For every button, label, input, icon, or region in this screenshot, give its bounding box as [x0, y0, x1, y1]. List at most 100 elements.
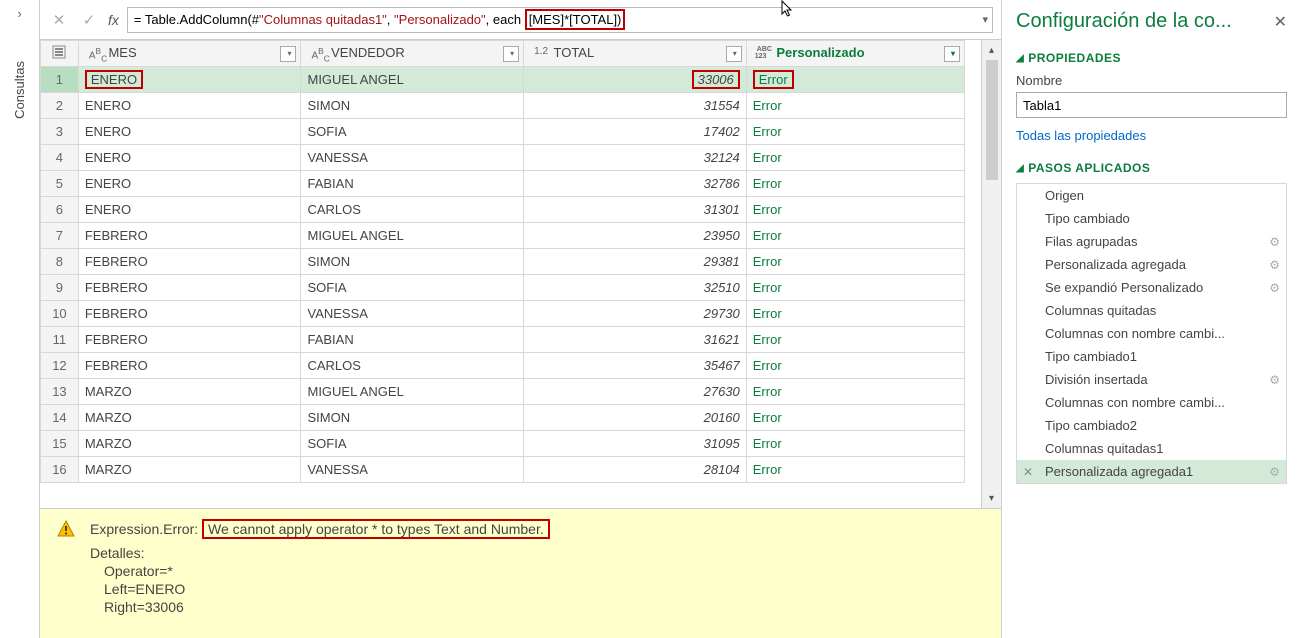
applied-steps-section-header[interactable]: ◢ PASOS APLICADOS [1016, 161, 1287, 175]
applied-step[interactable]: Columnas quitadas1 [1017, 437, 1286, 460]
formula-dropdown-icon[interactable]: ▾ [982, 13, 988, 26]
cell-mes[interactable]: FEBRERO [78, 275, 301, 301]
table-corner[interactable] [41, 41, 79, 67]
table-row[interactable]: 14MARZOSIMON20160Error [41, 405, 965, 431]
cell-personalizado[interactable]: Error [746, 93, 964, 119]
column-header-vendedor[interactable]: ABC VENDEDOR ▾ [301, 41, 524, 67]
cell-personalizado[interactable]: Error [746, 327, 964, 353]
cell-mes[interactable]: FEBRERO [78, 249, 301, 275]
row-number[interactable]: 7 [41, 223, 79, 249]
gear-icon[interactable]: ⚙ [1269, 235, 1280, 249]
queries-sidebar-collapsed[interactable]: › Consultas [0, 0, 40, 638]
row-number[interactable]: 6 [41, 197, 79, 223]
cell-personalizado[interactable]: Error [746, 67, 964, 93]
row-number[interactable]: 5 [41, 171, 79, 197]
table-row[interactable]: 6ENEROCARLOS31301Error [41, 197, 965, 223]
row-number[interactable]: 13 [41, 379, 79, 405]
cell-total[interactable]: 31095 [524, 431, 747, 457]
formula-input[interactable]: = Table.AddColumn(#"Columnas quitadas1",… [127, 7, 993, 33]
row-number[interactable]: 12 [41, 353, 79, 379]
cell-total[interactable]: 17402 [524, 119, 747, 145]
cell-personalizado[interactable]: Error [746, 275, 964, 301]
gear-icon[interactable]: ⚙ [1269, 465, 1280, 479]
cell-vendedor[interactable]: MIGUEL ANGEL [301, 379, 524, 405]
cell-mes[interactable]: ENERO [78, 93, 301, 119]
filter-dropdown-icon[interactable]: ▾ [726, 46, 742, 62]
column-header-personalizado[interactable]: ABC123 Personalizado ▾ [746, 41, 964, 67]
cell-total[interactable]: 31554 [524, 93, 747, 119]
row-number[interactable]: 9 [41, 275, 79, 301]
cell-personalizado[interactable]: Error [746, 249, 964, 275]
column-header-total[interactable]: 1.2 TOTAL ▾ [524, 41, 747, 67]
table-row[interactable]: 3ENEROSOFIA17402Error [41, 119, 965, 145]
applied-step[interactable]: Columnas con nombre cambi... [1017, 322, 1286, 345]
properties-section-header[interactable]: ◢ PROPIEDADES [1016, 51, 1287, 65]
cell-mes[interactable]: ENERO [78, 171, 301, 197]
scroll-up-icon[interactable]: ▴ [989, 42, 994, 58]
expand-icon[interactable]: › [17, 6, 21, 21]
cell-vendedor[interactable]: SOFIA [301, 119, 524, 145]
cell-mes[interactable]: FEBRERO [78, 301, 301, 327]
table-row[interactable]: 13MARZOMIGUEL ANGEL27630Error [41, 379, 965, 405]
filter-dropdown-icon[interactable]: ▾ [280, 46, 296, 62]
cell-personalizado[interactable]: Error [746, 431, 964, 457]
cell-vendedor[interactable]: SOFIA [301, 431, 524, 457]
table-row[interactable]: 7FEBREROMIGUEL ANGEL23950Error [41, 223, 965, 249]
fx-icon[interactable]: fx [108, 12, 119, 28]
table-row[interactable]: 15MARZOSOFIA31095Error [41, 431, 965, 457]
applied-step[interactable]: Columnas quitadas [1017, 299, 1286, 322]
cell-total[interactable]: 20160 [524, 405, 747, 431]
row-number[interactable]: 3 [41, 119, 79, 145]
table-row[interactable]: 5ENEROFABIAN32786Error [41, 171, 965, 197]
cell-total[interactable]: 32786 [524, 171, 747, 197]
cell-personalizado[interactable]: Error [746, 379, 964, 405]
cell-vendedor[interactable]: FABIAN [301, 327, 524, 353]
all-properties-link[interactable]: Todas las propiedades [1016, 128, 1287, 143]
table-row[interactable]: 16MARZOVANESSA28104Error [41, 457, 965, 483]
cell-personalizado[interactable]: Error [746, 145, 964, 171]
applied-step[interactable]: División insertada⚙ [1017, 368, 1286, 391]
cell-mes[interactable]: ENERO [78, 145, 301, 171]
cell-total[interactable]: 28104 [524, 457, 747, 483]
cell-personalizado[interactable]: Error [746, 405, 964, 431]
row-number[interactable]: 10 [41, 301, 79, 327]
cell-mes[interactable]: ENERO [78, 67, 301, 93]
row-number[interactable]: 11 [41, 327, 79, 353]
query-name-input[interactable] [1016, 92, 1287, 118]
cell-total[interactable]: 31301 [524, 197, 747, 223]
scroll-down-icon[interactable]: ▾ [989, 490, 994, 506]
table-row[interactable]: 8FEBREROSIMON29381Error [41, 249, 965, 275]
scrollbar-thumb[interactable] [986, 60, 998, 180]
table-row[interactable]: 12FEBREROCARLOS35467Error [41, 353, 965, 379]
cell-mes[interactable]: FEBRERO [78, 223, 301, 249]
cell-total[interactable]: 29381 [524, 249, 747, 275]
cell-total[interactable]: 23950 [524, 223, 747, 249]
cell-total[interactable]: 27630 [524, 379, 747, 405]
cell-vendedor[interactable]: VANESSA [301, 457, 524, 483]
table-row[interactable]: 9FEBREROSOFIA32510Error [41, 275, 965, 301]
cell-personalizado[interactable]: Error [746, 353, 964, 379]
cell-mes[interactable]: FEBRERO [78, 327, 301, 353]
cell-vendedor[interactable]: VANESSA [301, 145, 524, 171]
data-grid[interactable]: ABC MES ▾ ABC VENDEDOR ▾ 1.2 TOTAL ▾ [40, 40, 981, 508]
cell-total[interactable]: 32510 [524, 275, 747, 301]
applied-step[interactable]: Columnas con nombre cambi... [1017, 391, 1286, 414]
cell-total[interactable]: 31621 [524, 327, 747, 353]
table-row[interactable]: 2ENEROSIMON31554Error [41, 93, 965, 119]
cell-personalizado[interactable]: Error [746, 119, 964, 145]
cell-personalizado[interactable]: Error [746, 171, 964, 197]
cell-total[interactable]: 29730 [524, 301, 747, 327]
cell-total[interactable]: 32124 [524, 145, 747, 171]
cell-total[interactable]: 33006 [524, 67, 747, 93]
row-number[interactable]: 15 [41, 431, 79, 457]
cell-vendedor[interactable]: CARLOS [301, 197, 524, 223]
row-number[interactable]: 14 [41, 405, 79, 431]
cell-mes[interactable]: MARZO [78, 379, 301, 405]
row-number[interactable]: 4 [41, 145, 79, 171]
row-number[interactable]: 8 [41, 249, 79, 275]
cancel-formula-icon[interactable]: ✕ [48, 9, 70, 31]
applied-step[interactable]: Tipo cambiado2 [1017, 414, 1286, 437]
cell-vendedor[interactable]: MIGUEL ANGEL [301, 223, 524, 249]
row-number[interactable]: 2 [41, 93, 79, 119]
filter-dropdown-icon[interactable]: ▾ [503, 46, 519, 62]
